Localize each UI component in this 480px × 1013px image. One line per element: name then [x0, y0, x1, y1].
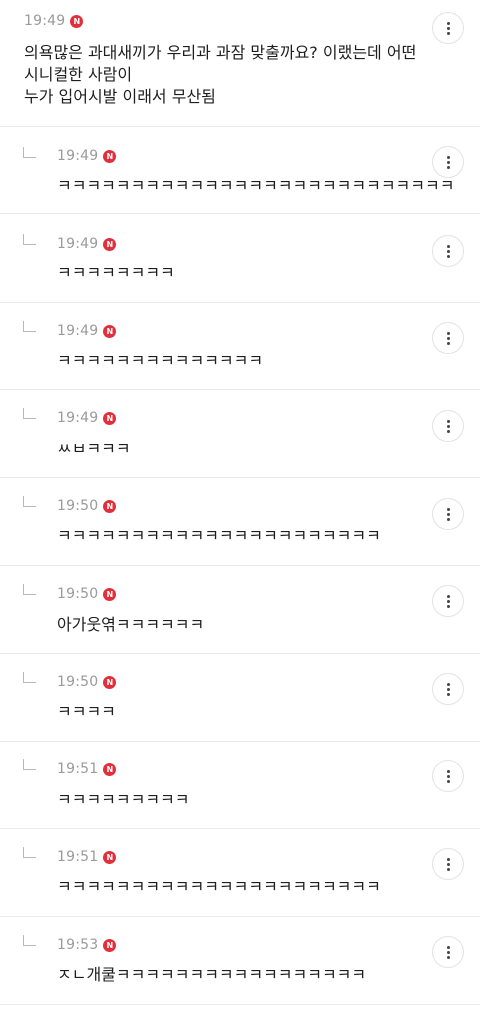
- reply-item: 19:50 N 아가웃엮ㅋㅋㅋㅋㅋㅋ: [0, 566, 480, 654]
- reply-item: 19:49 N ㅋㅋㅋㅋㅋㅋㅋㅋㅋㅋㅋㅋㅋㅋㅋㅋㅋㅋㅋㅋㅋㅋㅋㅋㅋㅋㅋ: [0, 127, 480, 214]
- reply-time: 19:50: [57, 586, 99, 602]
- new-badge: N: [103, 324, 117, 338]
- reply-text: ㅋㅋㅋㅋㅋㅋㅋㅋㅋㅋㅋㅋㅋㅋㅋㅋㅋㅋㅋㅋㅋㅋㅋㅋㅋㅋㅋ: [57, 176, 455, 195]
- reply-arrow-icon: [23, 672, 36, 683]
- comment-item: 19:49 N 의욕많은 과대새끼가 우리과 과잠 맞출까요? 이랬는데 어떤 …: [0, 0, 480, 127]
- new-badge: N: [103, 411, 117, 425]
- reply-arrow-icon: [23, 321, 36, 332]
- reply-text: ㅋㅋㅋㅋ: [57, 702, 116, 721]
- more-options-button[interactable]: [432, 936, 464, 968]
- new-badge: N: [103, 237, 117, 251]
- new-badge: N: [103, 850, 117, 864]
- reply-arrow-icon: [23, 408, 36, 419]
- comment-text: 의욕많은 과대새끼가 우리과 과잠 맞출까요? 이랬는데 어떤 시니컬한 사람이…: [24, 43, 417, 106]
- more-options-button[interactable]: [432, 498, 464, 530]
- reply-meta: 19:49 N: [57, 410, 117, 426]
- new-badge: N: [103, 499, 117, 513]
- reply-meta: 19:50 N: [57, 498, 117, 514]
- reply-text: ㅆㅂㅋㅋㅋ: [57, 439, 131, 458]
- reply-meta: 19:51 N: [57, 849, 117, 865]
- reply-text: ㅋㅋㅋㅋㅋㅋㅋㅋㅋㅋㅋㅋㅋㅋ: [57, 351, 264, 370]
- comment-meta: 19:49 N: [24, 13, 84, 29]
- reply-time: 19:53: [57, 937, 99, 953]
- reply-time: 19:51: [57, 849, 99, 865]
- comment-time: 19:49: [24, 13, 66, 29]
- reply-meta: 19:49 N: [57, 148, 117, 164]
- new-badge: N: [103, 762, 117, 776]
- reply-item: 19:51 N ㅋㅋㅋㅋㅋㅋㅋㅋㅋㅋㅋㅋㅋㅋㅋㅋㅋㅋㅋㅋㅋㅋ: [0, 829, 480, 917]
- more-options-button[interactable]: [432, 673, 464, 705]
- more-options-button[interactable]: [432, 410, 464, 442]
- reply-meta: 19:51 N: [57, 761, 117, 777]
- reply-item: 19:49 N ㅋㅋㅋㅋㅋㅋㅋㅋㅋㅋㅋㅋㅋㅋ: [0, 303, 480, 390]
- reply-meta: 19:50 N: [57, 586, 117, 602]
- reply-text: ㅋㅋㅋㅋㅋㅋㅋㅋㅋㅋㅋㅋㅋㅋㅋㅋㅋㅋㅋㅋㅋㅋ: [57, 877, 381, 896]
- reply-time: 19:49: [57, 236, 99, 252]
- new-badge: N: [103, 938, 117, 952]
- reply-item: 19:50 N ㅋㅋㅋㅋ: [0, 654, 480, 742]
- reply-text: ㅋㅋㅋㅋㅋㅋㅋㅋ: [57, 263, 175, 282]
- reply-meta: 19:49 N: [57, 323, 117, 339]
- reply-time: 19:49: [57, 323, 99, 339]
- reply-item: 19:49 N ㅆㅂㅋㅋㅋ: [0, 390, 480, 478]
- reply-text: ㅋㅋㅋㅋㅋㅋㅋㅋㅋ: [57, 790, 190, 809]
- new-badge: N: [70, 14, 84, 28]
- reply-arrow-icon: [23, 847, 36, 858]
- reply-item: 19:51 N ㅋㅋㅋㅋㅋㅋㅋㅋㅋ: [0, 742, 480, 829]
- reply-text: ㅈㄴ개쿨ㅋㅋㅋㅋㅋㅋㅋㅋㅋㅋㅋㅋㅋㅋㅋㅋㅋ: [57, 965, 367, 984]
- reply-time: 19:49: [57, 410, 99, 426]
- reply-time: 19:50: [57, 498, 99, 514]
- reply-meta: 19:50 N: [57, 674, 117, 690]
- more-options-button[interactable]: [432, 848, 464, 880]
- reply-text: 아가웃엮ㅋㅋㅋㅋㅋㅋ: [57, 615, 205, 634]
- reply-arrow-icon: [23, 935, 36, 946]
- new-badge: N: [103, 149, 117, 163]
- reply-arrow-icon: [23, 496, 36, 507]
- more-options-button[interactable]: [432, 760, 464, 792]
- new-badge: N: [103, 587, 117, 601]
- reply-arrow-icon: [23, 234, 36, 245]
- more-options-button[interactable]: [432, 146, 464, 178]
- more-options-button[interactable]: [432, 322, 464, 354]
- reply-meta: 19:49 N: [57, 236, 117, 252]
- more-options-button[interactable]: [432, 585, 464, 617]
- reply-time: 19:51: [57, 761, 99, 777]
- reply-time: 19:50: [57, 674, 99, 690]
- reply-arrow-icon: [23, 759, 36, 770]
- reply-time: 19:49: [57, 148, 99, 164]
- reply-arrow-icon: [23, 584, 36, 595]
- reply-item: 19:49 N ㅋㅋㅋㅋㅋㅋㅋㅋ: [0, 214, 480, 303]
- reply-item: 19:50 N ㅋㅋㅋㅋㅋㅋㅋㅋㅋㅋㅋㅋㅋㅋㅋㅋㅋㅋㅋㅋㅋㅋ: [0, 478, 480, 566]
- reply-meta: 19:53 N: [57, 937, 117, 953]
- reply-arrow-icon: [23, 147, 36, 158]
- more-options-button[interactable]: [432, 235, 464, 267]
- reply-text: ㅋㅋㅋㅋㅋㅋㅋㅋㅋㅋㅋㅋㅋㅋㅋㅋㅋㅋㅋㅋㅋㅋ: [57, 526, 381, 545]
- reply-item: 19:53 N ㅈㄴ개쿨ㅋㅋㅋㅋㅋㅋㅋㅋㅋㅋㅋㅋㅋㅋㅋㅋㅋ: [0, 917, 480, 1005]
- more-options-button[interactable]: [432, 12, 464, 44]
- new-badge: N: [103, 675, 117, 689]
